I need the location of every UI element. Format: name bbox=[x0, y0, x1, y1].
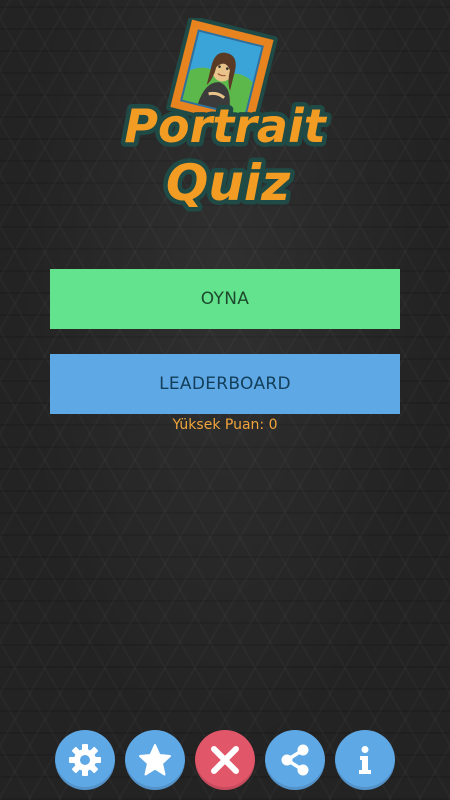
info-icon bbox=[359, 746, 371, 774]
logo-title-line1: Portrait bbox=[124, 99, 327, 153]
bottom-toolbar bbox=[0, 730, 450, 792]
logo-text-art: Portrait Quiz bbox=[120, 95, 332, 217]
share-icon bbox=[281, 744, 309, 776]
share-button[interactable] bbox=[265, 730, 325, 790]
star-icon bbox=[139, 744, 171, 776]
high-score-label: Yüksek Puan: bbox=[172, 417, 265, 433]
high-score-value: 0 bbox=[268, 417, 278, 433]
settings-button[interactable] bbox=[55, 730, 115, 790]
close-button[interactable] bbox=[195, 730, 255, 790]
high-score: Yüksek Puan: 0 bbox=[0, 417, 450, 433]
info-button[interactable] bbox=[335, 730, 395, 790]
play-button[interactable]: OYNA bbox=[50, 269, 400, 329]
gear-icon bbox=[69, 744, 101, 776]
close-icon bbox=[211, 746, 239, 774]
game-logo: Portrait Quiz bbox=[110, 18, 340, 223]
logo-title-line2: Quiz bbox=[166, 154, 291, 212]
leaderboard-button[interactable]: LEADERBOARD bbox=[50, 354, 400, 414]
rate-button[interactable] bbox=[125, 730, 185, 790]
